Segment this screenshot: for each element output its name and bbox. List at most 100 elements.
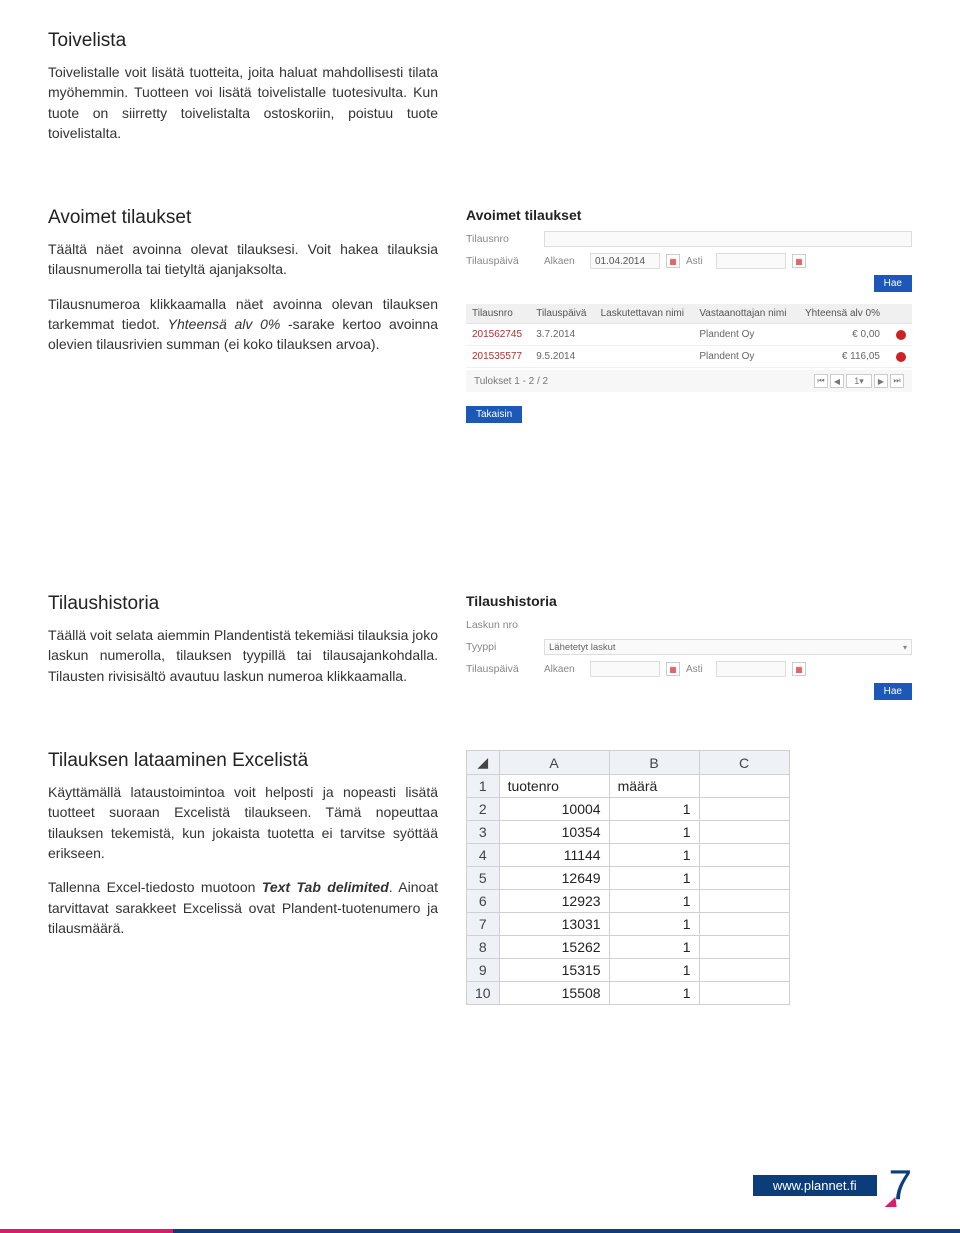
col-laskutettavan: Laskutettavan nimi [595,304,694,324]
excel-cell [699,982,789,1005]
select-tyyppi[interactable]: Lähetetyt laskut ▾ [544,639,912,655]
table-row: 201535577 9.5.2014 Plandent Oy € 116,05 [466,346,912,368]
pager-prev-button[interactable]: ◀ [830,374,844,388]
footer: www.plannet.fi 7 [0,1177,960,1233]
para-excel-2a: Tallenna Excel-tiedosto muotoon [48,879,262,895]
cell-sum: € 116,05 [796,346,886,368]
panel-avoimet-title: Avoimet tilaukset [466,207,912,223]
pager-last-button[interactable]: ⏭ [890,374,904,388]
panel-historia: Tilaushistoria Laskun nro Tyyppi Lähetet… [466,593,912,700]
excel-col-C: C [699,751,789,775]
cell-pvm: 3.7.2014 [530,324,594,346]
cell-tilausnro[interactable]: 201535577 [466,346,530,368]
table-row: 10155081 [467,982,790,1005]
excel-cell: 1 [609,844,699,867]
excel-cell [699,913,789,936]
input-asti[interactable] [716,253,786,269]
status-dot-icon [896,352,906,362]
input-tilausnro[interactable] [544,231,912,247]
panel-historia-title: Tilaushistoria [466,593,912,609]
label-tilausnro: Tilausnro [466,233,538,245]
input-alkaen[interactable]: 01.04.2014 [590,253,660,269]
table-row: 9153151 [467,959,790,982]
label-hist-tilauspaiva: Tilauspäivä [466,663,538,675]
table-row: 201562745 3.7.2014 Plandent Oy € 0,00 [466,324,912,346]
label-tyyppi: Tyyppi [466,641,538,653]
excel-rownum: 9 [467,959,500,982]
takaisin-button[interactable]: Takaisin [466,406,522,423]
calendar-icon[interactable]: ▦ [792,254,806,268]
excel-col-B: B [609,751,699,775]
heading-excel: Tilauksen lataaminen Excelistä [48,750,438,772]
status-dot-icon [896,330,906,340]
pager: ⏮ ◀ 1 ▾ ▶ ⏭ [814,374,904,388]
excel-cell [699,936,789,959]
footer-url: www.plannet.fi [753,1175,877,1196]
page-number: 7 [889,1161,912,1209]
excel-cell: 10004 [499,798,609,821]
cell-lask [595,346,694,368]
hae-button[interactable]: Hae [874,275,912,292]
excel-cell [699,844,789,867]
table-row: 1 tuotenro määrä [467,775,790,798]
table-row: 4111441 [467,844,790,867]
hae-button[interactable]: Hae [874,683,912,700]
calendar-icon[interactable]: ▦ [792,662,806,676]
excel-cell: 1 [609,798,699,821]
pager-current: 1 [854,376,859,386]
pager-next-button[interactable]: ▶ [874,374,888,388]
results-bar: Tulokset 1 - 2 / 2 ⏮ ◀ 1 ▾ ▶ ⏭ [466,370,912,392]
excel-cell [699,775,789,798]
excel-corner: ◢ [467,751,500,775]
heading-historia: Tilaushistoria [48,593,438,615]
excel-cell: 15262 [499,936,609,959]
table-row: 6129231 [467,890,790,913]
heading-toivelista: Toivelista [48,30,912,52]
excel-cell [699,890,789,913]
cell-lask [595,324,694,346]
calendar-icon[interactable]: ▦ [666,254,680,268]
excel-cell [699,798,789,821]
table-row: 8152621 [467,936,790,959]
excel-rownum: 8 [467,936,500,959]
chevron-down-icon: ▾ [903,643,907,652]
col-vastaanottajan: Vastaanottajan nimi [693,304,796,324]
excel-rownum: 6 [467,890,500,913]
excel-cell: 1 [609,936,699,959]
excel-rownum: 3 [467,821,500,844]
cell-vast: Plandent Oy [693,346,796,368]
excel-rownum: 2 [467,798,500,821]
excel-cell [699,821,789,844]
section-avoimet: Avoimet tilaukset Täältä näet avoinna ol… [48,207,912,423]
label-laskunro: Laskun nro [466,619,538,631]
excel-cell: 10354 [499,821,609,844]
panel-excel: ◢ A B C 1 tuotenro määrä 2100041 3103541… [466,750,912,1005]
select-tyyppi-value: Lähetetyt laskut [549,642,616,653]
col-tilauspaiva: Tilauspäivä [530,304,594,324]
table-avoimet: Tilausnro Tilauspäivä Laskutettavan nimi… [466,304,912,368]
footer-stripe [0,1229,960,1233]
excel-header-tuotenro: tuotenro [499,775,609,798]
input-hist-asti[interactable] [716,661,786,677]
pager-first-button[interactable]: ⏮ [814,374,828,388]
para-avoimet-1: Täältä näet avoinna olevat tilauksesi. V… [48,239,438,280]
excel-cell: 1 [609,982,699,1005]
section-toivelista: Toivelista Toivelistalle voit lisätä tuo… [48,30,912,157]
table-row: 2100041 [467,798,790,821]
table-row: 5126491 [467,867,790,890]
section-historia: Tilaushistoria Täällä voit selata aiemmi… [48,593,912,700]
table-row: 7130311 [467,913,790,936]
calendar-icon[interactable]: ▦ [666,662,680,676]
para-toivelista: Toivelistalle voit lisätä tuotteita, joi… [48,62,438,143]
cell-vast: Plandent Oy [693,324,796,346]
excel-rownum: 7 [467,913,500,936]
pager-page-select[interactable]: 1 ▾ [846,374,872,388]
input-hist-alkaen[interactable] [590,661,660,677]
para-avoimet-2b: Yhteensä alv 0% [168,316,281,332]
col-tilausnro: Tilausnro [466,304,530,324]
col-yhteensa: Yhteensä alv 0% [796,304,886,324]
excel-cell [699,867,789,890]
cell-tilausnro[interactable]: 201562745 [466,324,530,346]
excel-cell: 15508 [499,982,609,1005]
excel-cell [699,959,789,982]
